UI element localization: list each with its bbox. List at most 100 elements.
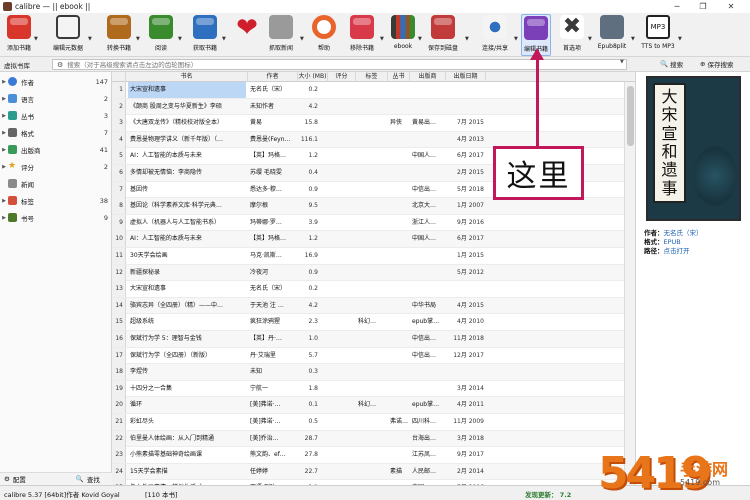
chevron-down-icon[interactable]: ▼ [631, 36, 635, 42]
chevron-right-icon[interactable]: ▶ [0, 96, 8, 102]
chevron-right-icon[interactable]: ▶ [0, 113, 8, 119]
chevron-down-icon[interactable]: ▼ [88, 36, 92, 42]
tts-mp3-button[interactable]: MP3 TTS to MP3 [638, 14, 678, 56]
sidebar-item-rating[interactable]: ▶ ★ 评分 2 [0, 160, 112, 173]
sidebar-item-formats[interactable]: ▶ 格式 7 [0, 126, 112, 139]
table-row[interactable]: 13 大宋宣和遗事 无名氏（宋） 0.2 [112, 281, 624, 298]
table-row[interactable]: 18 李煜传 未知 0.3 [112, 364, 624, 381]
table-row[interactable]: 15 超级系统 疯狂涂鸦猩 2.3 科幻… epub掌… 4月 2010 [112, 314, 624, 331]
sidebar-item-news[interactable]: 新闻 [0, 177, 112, 190]
donate-button[interactable]: ❤ [232, 14, 262, 56]
table-row[interactable]: 23 小熊素描零基础神奇绘画课 熊文韵、ef… 27.8 江苏凤… 9月 2017 [112, 447, 624, 464]
chevron-down-icon[interactable]: ▼ [588, 36, 592, 42]
table-row[interactable]: 1 大宋宣和遗事 无名氏（宋） 0.2 [112, 82, 624, 99]
header-tags[interactable]: 标签 [356, 72, 388, 82]
table-row[interactable]: 10 AI：人工智能的本质与未来 【英】玛格… 1.2 中国人… 6月 2017 [112, 231, 624, 248]
cell-pubdate: 3月 2014 [457, 384, 484, 392]
search-button[interactable]: 🔍 搜索 [660, 59, 683, 69]
path-link[interactable]: 点击打开 [664, 247, 690, 255]
header-size[interactable]: 大小 (MB) [298, 72, 328, 82]
chevron-down-icon[interactable]: ▼ [620, 59, 624, 65]
sidebar-item-languages[interactable]: ▶ 语言 2 [0, 92, 112, 105]
row-number: 15 [112, 314, 126, 331]
preferences-button[interactable]: ✖ 首选项 [557, 14, 587, 56]
maximize-button[interactable]: ❐ [692, 0, 714, 13]
chevron-right-icon[interactable]: ▶ [0, 79, 8, 85]
cell-tags [358, 132, 388, 148]
fetch-news-button[interactable]: 抓取新闻 [264, 14, 298, 56]
minimize-button[interactable]: ─ [666, 0, 688, 13]
cell-series [390, 381, 410, 397]
chevron-down-icon[interactable]: ▼ [34, 36, 38, 42]
library-button[interactable]: ebook [389, 14, 417, 56]
table-row[interactable]: 11 30天学会绘画 马克·凯斯… 16.9 1月 2015 [112, 248, 624, 265]
find-button[interactable]: 查找 [87, 474, 100, 484]
header-rating[interactable]: 评分 [328, 72, 356, 82]
edit-metadata-button[interactable]: 编辑元数据 [50, 14, 86, 56]
book-cover[interactable]: 大 宋 宣 和 遗 事 [646, 76, 741, 221]
chevron-down-icon[interactable]: ▼ [380, 36, 384, 42]
table-row[interactable]: 22 伯里曼人体绘画：从入门到精通 [美]乔治… 28.7 台海出… 3月 2018 [112, 430, 624, 448]
help-button[interactable]: 帮助 [309, 14, 339, 56]
add-books-button[interactable]: 添加书籍 [4, 14, 34, 56]
sidebar-item-publishers[interactable]: ▶ 出版商 41 [0, 143, 112, 156]
cell-author: 冷夜河 [250, 268, 269, 276]
chevron-right-icon[interactable]: ▶ [0, 215, 8, 221]
chevron-down-icon[interactable]: ▼ [465, 36, 469, 42]
chevron-down-icon[interactable]: ▼ [300, 36, 304, 42]
chevron-down-icon[interactable]: ▼ [222, 36, 226, 42]
table-row[interactable]: 12 新疆探秘录 冷夜河 0.9 5月 2012 [112, 264, 624, 282]
header-pubdate[interactable]: 出版日期 [446, 72, 486, 82]
cell-author: 黄易 [250, 119, 263, 127]
row-number: 12 [112, 264, 126, 281]
header-title[interactable]: 书名 [126, 72, 248, 82]
table-row[interactable]: 3 《大唐双龙传》（精校校对版全本） 黄易 15.8 异侠 黄易出… 7月 2015 [112, 115, 624, 132]
table-row[interactable]: 8 基因论（科学素养文库·科学元典… 摩尔根 9.5 北京大… 1月 2007 [112, 198, 624, 215]
sidebar-item-authors[interactable]: ▶ 作者 147 [0, 75, 112, 88]
chevron-right-icon[interactable]: ▶ [0, 198, 8, 204]
row-number: 21 [112, 414, 126, 430]
table-row[interactable]: 24 15天学会素描 任婷婷 22.7 素描 人民邮… 2月 2014 [112, 463, 624, 481]
close-button[interactable]: ✕ [720, 0, 742, 13]
gear-icon[interactable]: ⚙ [57, 61, 63, 69]
read-book-button[interactable]: 阅读 [146, 14, 176, 56]
save-to-disk-button[interactable]: 保存到磁盘 [426, 14, 460, 56]
update-available-link[interactable]: 发现更新： 7.2 [525, 489, 571, 499]
cell-title: 超级系统 [130, 318, 155, 326]
table-row[interactable]: 20 循环 [美]弗诺·… 0.1 科幻… epub掌… 4月 2011 [112, 397, 624, 414]
chevron-right-icon[interactable]: ▶ [0, 147, 8, 153]
header-series[interactable]: 丛书 [388, 72, 410, 82]
search-input[interactable] [67, 60, 588, 69]
chevron-right-icon[interactable]: ▶ [0, 164, 8, 170]
sidebar-item-identifiers[interactable]: ▶ 书号 9 [0, 211, 112, 224]
table-row[interactable]: 19 十四分之一合集 宁航一 1.8 3月 2014 [112, 380, 624, 398]
row-number: 24 [112, 463, 126, 480]
chevron-down-icon[interactable]: ▼ [418, 36, 422, 42]
table-row[interactable]: 9 虚拟人（机器人与人工智能书系） 玛蒂娜·罗… 3.9 浙江人… 9月 2016 [112, 214, 624, 232]
connect-share-button[interactable]: 连接/共享 [478, 14, 512, 56]
cell-title: 新疆探秘录 [130, 268, 161, 276]
chevron-right-icon[interactable]: ▶ [0, 130, 8, 136]
epub-split-button[interactable]: Epub8plit [595, 14, 629, 56]
chevron-down-icon[interactable]: ▼ [178, 36, 182, 42]
virtual-library-button[interactable]: 虚拟书库 [4, 60, 30, 70]
get-books-button[interactable]: 获取书籍 [190, 14, 220, 56]
chevron-down-icon[interactable]: ▼ [678, 36, 682, 42]
table-row[interactable]: 2 《颠商 股周之变与华夏新生》李硕 未知作者 4.2 [112, 98, 624, 116]
chevron-down-icon[interactable]: ▼ [136, 36, 140, 42]
header-author[interactable]: 作者 [248, 72, 298, 82]
save-search-button[interactable]: ⊕ 保存搜索 [700, 59, 733, 69]
table-row[interactable]: 16 保斌行为学 5：理智与金钱 【英】丹·… 1.0 中信出… 11月 2018 [112, 331, 624, 348]
configure-button[interactable]: 配置 [13, 474, 26, 484]
table-row[interactable]: 21 彩虹尽头 [美]弗诺·… 0.5 弗诺… 四川科… 11月 2009 [112, 414, 624, 431]
vertical-scrollbar[interactable] [624, 82, 635, 485]
table-row[interactable]: 14 骆宾志异（全四册）（精）——中… 于天池 注 … 4.2 中华书局 4月 2015 [112, 297, 624, 315]
remove-books-button[interactable]: 移除书籍 [346, 14, 378, 56]
table-row[interactable]: 17 保斌行为学（全四册）（新版） 丹·艾瑞里 5.7 中信出… 12月 2017 [112, 347, 624, 365]
convert-books-button[interactable]: 转换书籍 [104, 14, 134, 56]
sidebar-item-series[interactable]: ▶ 丛书 3 [0, 109, 112, 122]
chevron-down-icon[interactable]: ▼ [514, 36, 518, 42]
sidebar-item-tags[interactable]: ▶ 标签 38 [0, 194, 112, 207]
header-publisher[interactable]: 出版商 [410, 72, 446, 82]
scrollbar-thumb[interactable] [627, 86, 634, 146]
